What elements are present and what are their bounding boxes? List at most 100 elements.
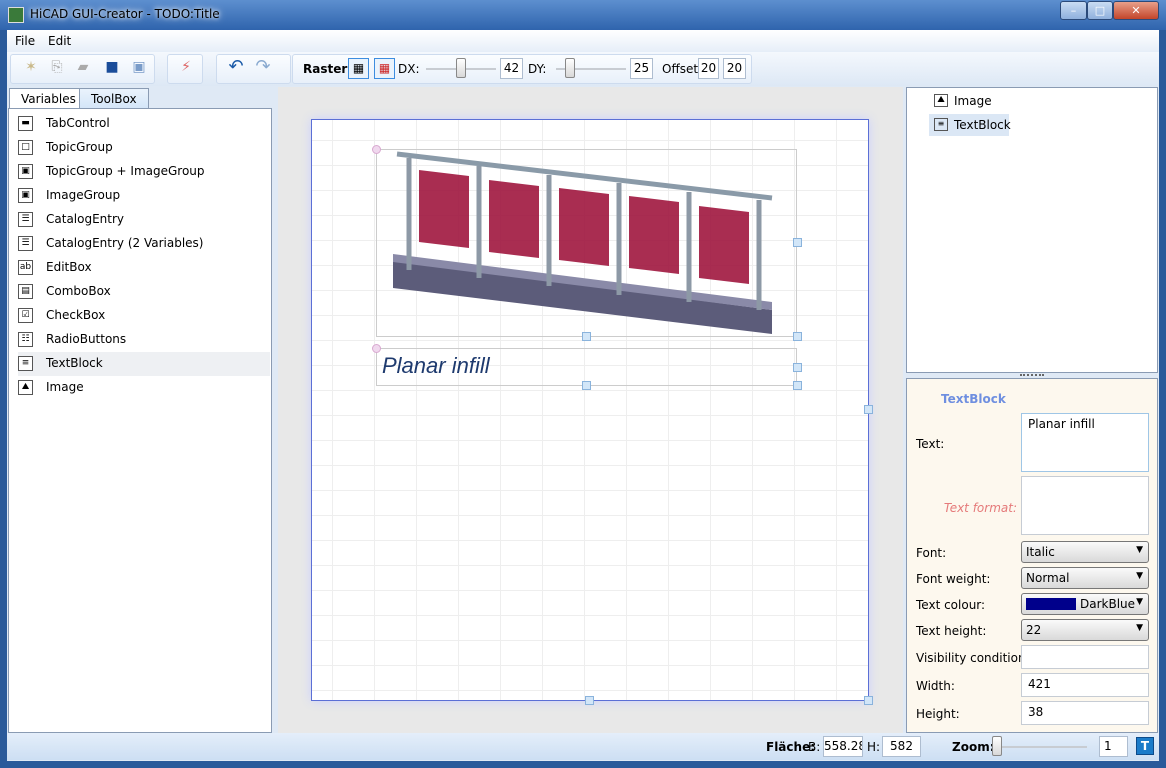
dx-label: DX: [398,62,420,76]
resize-handle[interactable] [793,381,802,390]
text-input[interactable]: Planar infill [1021,413,1149,472]
toolbox-item[interactable]: ▣ ImageGroup [18,184,270,208]
offset-y-input[interactable]: 20 [723,58,746,79]
width-b-input[interactable]: 558.28 [823,736,863,757]
snap-grid-icon[interactable]: ▦ [374,58,395,79]
dropdown-arrow-icon: ▼ [1136,597,1143,607]
resize-handle[interactable] [372,344,381,353]
raster-label: Raster: [303,62,353,76]
toolbox-item-label: CatalogEntry [46,212,125,226]
toolbox-item[interactable]: ≡ TextBlock [18,352,270,376]
toolbox-item-icon: ab [18,260,33,275]
resize-handle[interactable] [864,405,873,414]
toolbox-item[interactable]: □ TopicGroup [18,136,270,160]
toolbox-item-label: CheckBox [46,308,106,322]
text-height-label: Text height: [916,624,987,638]
undo-icon[interactable]: ↶ [228,58,244,76]
text-colour-combo[interactable]: DarkBlue ▼ [1021,593,1149,615]
save-as-icon[interactable]: ▣ [131,59,147,75]
toolbox-item-label: RadioButtons [46,332,127,346]
maximize-button[interactable]: □ [1087,1,1113,20]
dy-slider-thumb[interactable] [565,58,575,78]
resize-handle[interactable] [372,145,381,154]
zoom-input[interactable]: 1 [1099,736,1128,757]
toolbox-item[interactable]: ▣ TopicGroup + ImageGroup [18,160,270,184]
width-label: Width: [916,679,955,693]
font-weight-value: Normal [1026,571,1070,585]
toolbox-item-icon: ☷ [18,332,33,347]
height-input[interactable]: 38 [1021,701,1149,725]
tree-item-label: Image [954,94,992,108]
window-title: HiCAD GUI-Creator - TODO:Title [30,7,220,21]
toolbox-item[interactable]: ⛰ Image [18,376,270,400]
font-combo[interactable]: Italic ▼ [1021,541,1149,563]
zoom-slider[interactable] [992,746,1087,748]
zoom-slider-thumb[interactable] [992,736,1002,756]
tree-item-image[interactable]: ⛰ Image [934,94,992,108]
menu-bar: File Edit [7,30,1159,52]
resize-handle[interactable] [585,696,594,705]
text-height-value: 22 [1026,623,1042,637]
resize-handle[interactable] [864,696,873,705]
tab-toolbox[interactable]: ToolBox [79,88,149,109]
font-weight-combo[interactable]: Normal ▼ [1021,567,1149,589]
minimize-button[interactable]: – [1060,1,1087,20]
offset-x-input[interactable]: 20 [698,58,719,79]
text-colour-label: Text colour: [916,598,986,612]
grid-toggle-icon[interactable]: ▦ [348,58,369,79]
text-tool-icon[interactable]: T [1136,737,1154,755]
resize-handle[interactable] [793,238,802,247]
resize-handle[interactable] [582,332,591,341]
toolbox-item[interactable]: ab EditBox [18,256,270,280]
toolbox-item-icon: ▬ [18,116,33,131]
properties-panel: TextBlock Text: Planar infill Text forma… [906,378,1158,733]
text-height-combo[interactable]: 22 ▼ [1021,619,1149,641]
copy-icon[interactable]: ⎘ [49,59,65,75]
resize-handle[interactable] [793,332,802,341]
height-h-input[interactable]: 582 [882,736,921,757]
text-format-label: Text format: [943,501,1017,515]
new-icon[interactable]: ✶ [23,59,39,75]
close-button[interactable]: ✕ [1113,1,1159,20]
image-icon: ⛰ [934,94,948,107]
folder-icon[interactable]: ▰ [75,59,91,75]
width-input[interactable]: 421 [1021,673,1149,697]
toolbox-item[interactable]: ▤ ComboBox [18,280,270,304]
app-icon [8,7,24,23]
menu-file[interactable]: File [15,34,35,48]
tree-item-textblock[interactable]: ≡ TextBlock [929,114,1011,136]
dx-slider-thumb[interactable] [456,58,466,78]
toolbox-panel: ▬ TabControl □ TopicGroup ▣ TopicGroup + Imag… [8,108,272,733]
toolbox-item[interactable]: ☰ CatalogEntry [18,208,270,232]
visibility-input[interactable] [1021,645,1149,669]
toolbox-item-label: Image [46,380,84,394]
toolbox-item[interactable]: ☷ RadioButtons [18,328,270,352]
redo-icon[interactable]: ↷ [255,58,271,76]
toolbox-item[interactable]: ☑ CheckBox [18,304,270,328]
tab-variables[interactable]: Variables [9,88,88,109]
resize-handle[interactable] [793,363,802,372]
splitter-handle[interactable] [1020,374,1044,377]
toolbox-item[interactable]: ▬ TabControl [18,112,270,136]
colour-swatch [1026,598,1076,610]
toolbox-item-label: EditBox [46,260,92,274]
railing-image [393,151,773,334]
toolbox-item-icon: ▣ [18,188,33,203]
dropdown-arrow-icon: ▼ [1136,623,1143,633]
toolbox-item-icon: ▤ [18,284,33,299]
plug-icon[interactable]: ⚡ [178,59,194,75]
image-element[interactable] [376,149,797,337]
toolbox-item[interactable]: ☰ CatalogEntry (2 Variables) [18,232,270,256]
text-label: Text: [916,437,945,451]
toolbox-item-label: ImageGroup [46,188,121,202]
resize-handle[interactable] [582,381,591,390]
textblock-icon: ≡ [934,118,948,131]
menu-edit[interactable]: Edit [48,34,71,48]
dy-input[interactable]: 25 [630,58,653,79]
dx-input[interactable]: 42 [500,58,523,79]
text-format-input[interactable] [1021,476,1149,535]
save-icon[interactable]: ■ [104,59,120,75]
text-colour-value: DarkBlue [1080,597,1136,611]
toolbox-item-icon: ☑ [18,308,33,323]
dropdown-arrow-icon: ▼ [1136,571,1143,581]
